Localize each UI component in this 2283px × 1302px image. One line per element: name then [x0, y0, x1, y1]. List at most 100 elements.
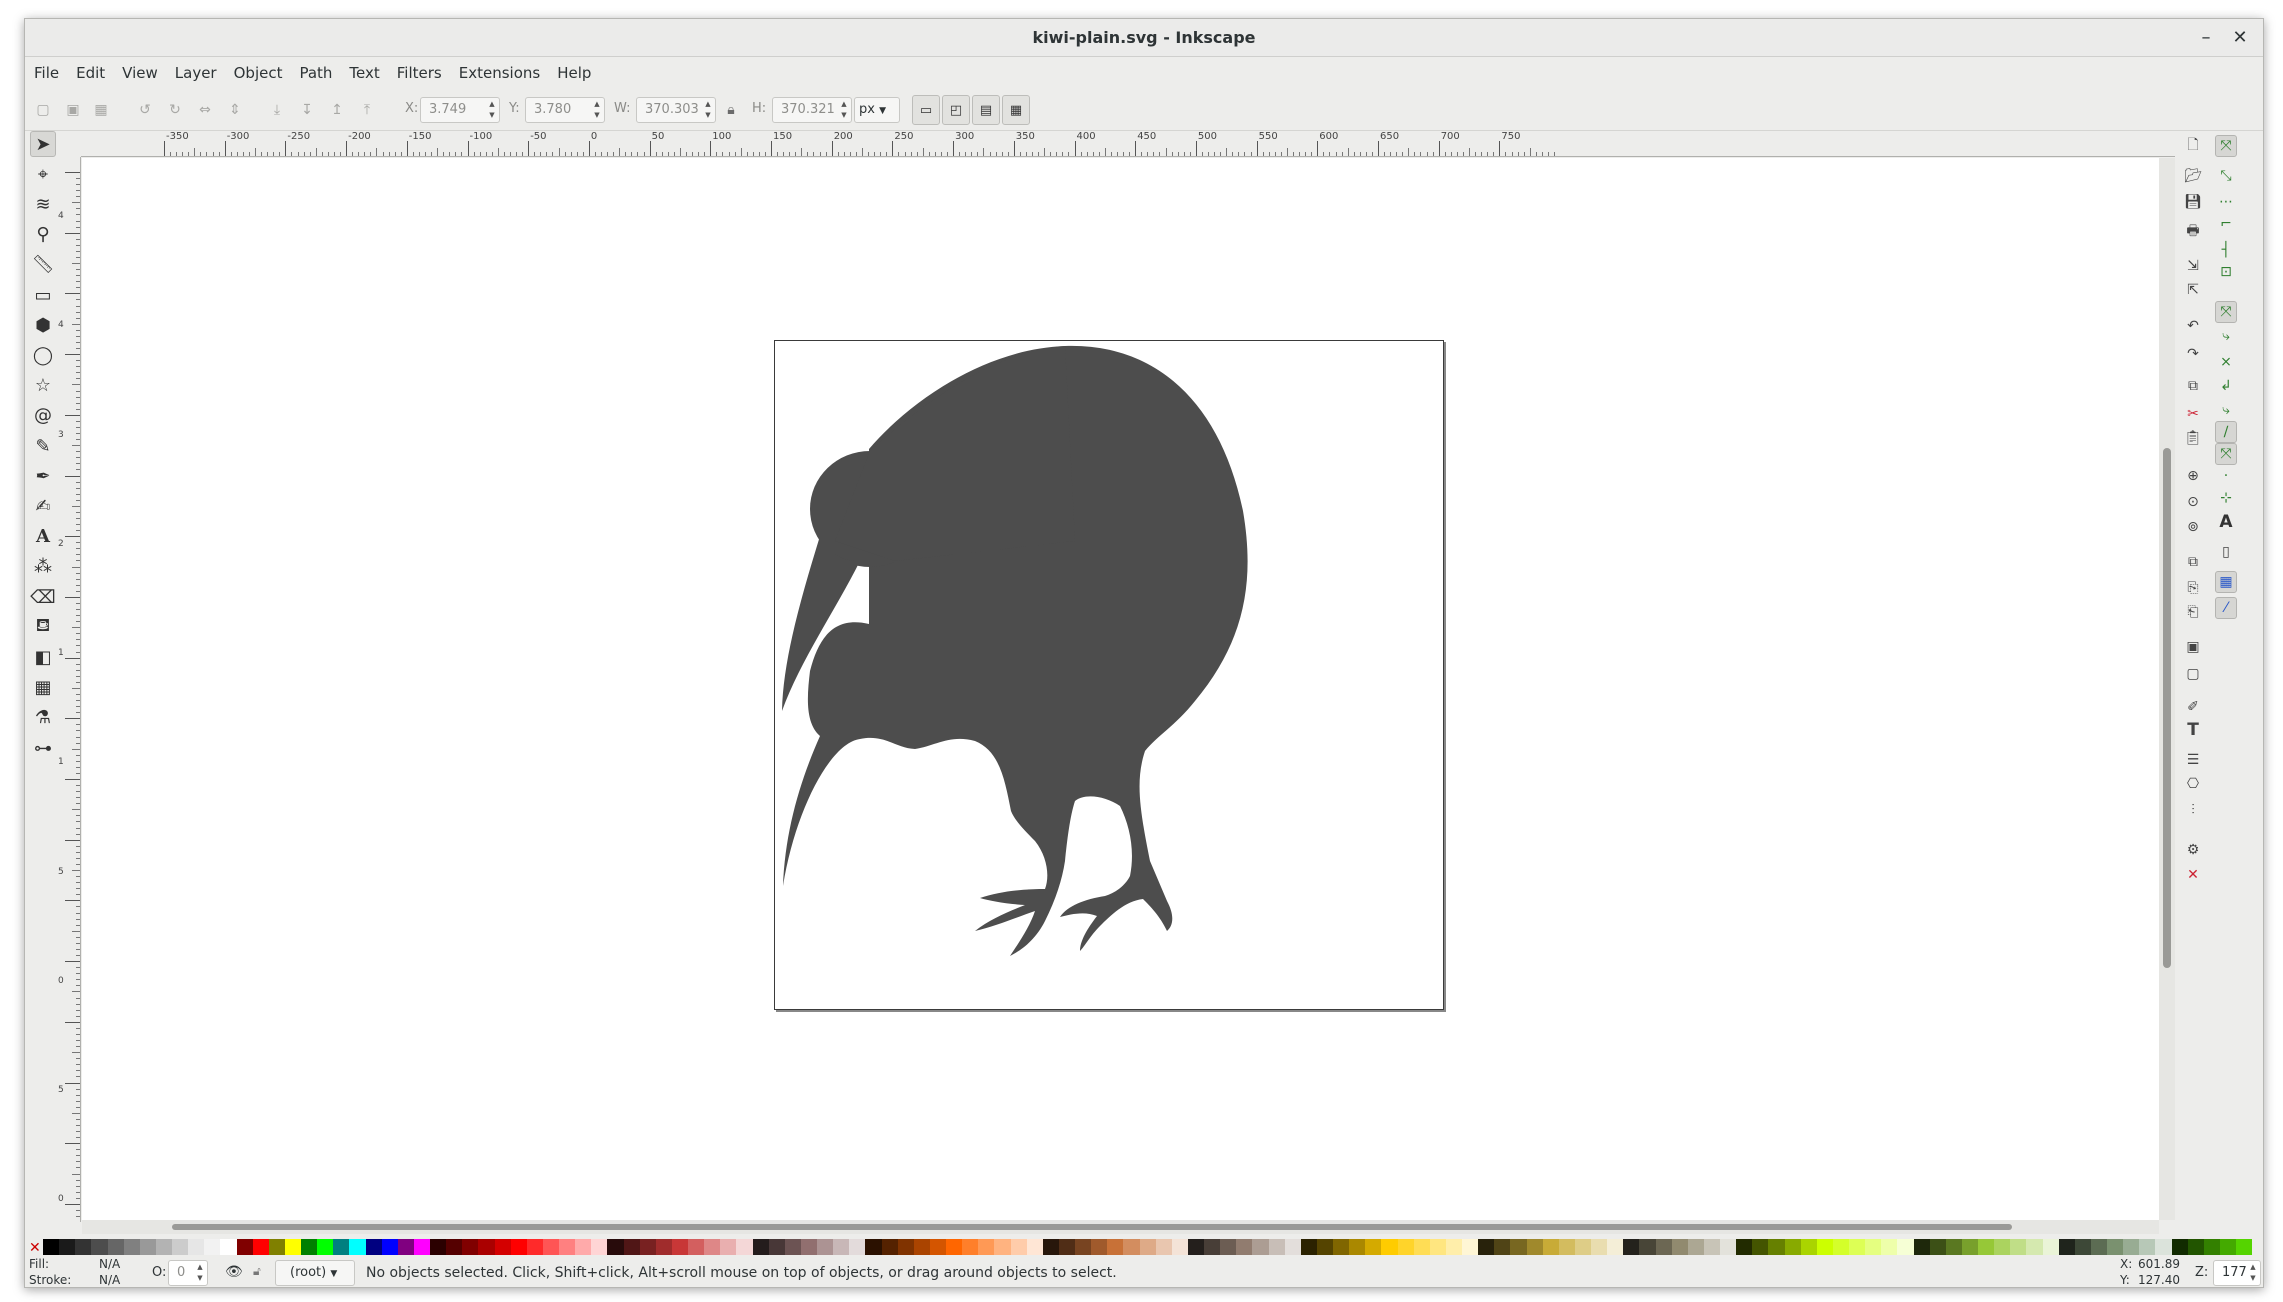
- y-spin-arrows[interactable]: ▲ ▼: [592, 99, 602, 121]
- color-swatch[interactable]: [59, 1239, 76, 1255]
- rotate-ccw-icon[interactable]: ↺: [135, 100, 155, 120]
- cut-icon[interactable]: ✂: [2182, 403, 2204, 425]
- color-swatch[interactable]: [752, 1239, 769, 1255]
- color-swatch[interactable]: [704, 1239, 721, 1255]
- color-swatch[interactable]: [188, 1239, 205, 1255]
- no-paint-swatch[interactable]: ✕: [29, 1241, 41, 1255]
- xml-editor-icon[interactable]: ⎔: [2182, 773, 2204, 795]
- color-swatch[interactable]: [381, 1239, 398, 1255]
- unit-select[interactable]: px ▼: [854, 97, 900, 123]
- color-swatch[interactable]: [1091, 1239, 1108, 1255]
- color-swatch[interactable]: [736, 1239, 753, 1255]
- w-spin-arrows[interactable]: ▲ ▼: [703, 99, 713, 121]
- snap-bbox-center-icon[interactable]: ⊡: [2215, 261, 2237, 283]
- color-swatch[interactable]: [2026, 1239, 2043, 1255]
- color-swatch[interactable]: [430, 1239, 447, 1255]
- color-swatch[interactable]: [1994, 1239, 2011, 1255]
- color-swatch[interactable]: [2155, 1239, 2172, 1255]
- minimize-button[interactable]: –: [2189, 19, 2223, 57]
- color-swatch[interactable]: [2058, 1239, 2075, 1255]
- color-swatch[interactable]: [413, 1239, 430, 1255]
- snap-text-baseline-icon[interactable]: A: [2215, 511, 2237, 533]
- gradient-tool-icon[interactable]: ◧: [30, 644, 56, 670]
- lower-to-bottom-icon[interactable]: ⤓: [267, 100, 287, 120]
- color-swatch[interactable]: [946, 1239, 963, 1255]
- mesh-tool-icon[interactable]: ▦: [30, 675, 56, 701]
- color-swatch[interactable]: [817, 1239, 834, 1255]
- color-swatch[interactable]: [1768, 1239, 1785, 1255]
- color-swatch[interactable]: [591, 1239, 608, 1255]
- color-swatch[interactable]: [1252, 1239, 1269, 1255]
- node-tool-icon[interactable]: ⌖: [30, 161, 56, 187]
- layers-icon[interactable]: ☰: [2182, 749, 2204, 771]
- color-swatch[interactable]: [913, 1239, 930, 1255]
- color-swatch[interactable]: [1655, 1239, 1672, 1255]
- horizontal-scroll-thumb[interactable]: [172, 1224, 2012, 1230]
- color-swatch[interactable]: [1897, 1239, 1914, 1255]
- color-swatch[interactable]: [1945, 1239, 1962, 1255]
- drawing-canvas[interactable]: [82, 158, 2159, 1220]
- flip-vertical-icon[interactable]: ⇕: [225, 100, 245, 120]
- star-tool-icon[interactable]: ☆: [30, 373, 56, 399]
- color-swatch[interactable]: [1510, 1239, 1527, 1255]
- snap-rotation-center-icon[interactable]: ⊹: [2215, 487, 2237, 509]
- kiwi-neck-shape[interactable]: [835, 346, 1075, 561]
- color-swatch[interactable]: [1204, 1239, 1221, 1255]
- undo-icon[interactable]: ↶: [2182, 315, 2204, 337]
- move-gradients-toggle[interactable]: ▤: [972, 95, 1000, 125]
- pen-tool-icon[interactable]: ✒: [30, 463, 56, 489]
- color-swatch[interactable]: [671, 1239, 688, 1255]
- color-swatch[interactable]: [2187, 1239, 2204, 1255]
- zoom-tool-icon[interactable]: ⚲: [30, 222, 56, 248]
- snap-midpoint-icon[interactable]: ∕: [2215, 421, 2237, 443]
- menu-layer[interactable]: Layer: [167, 57, 226, 89]
- color-swatch[interactable]: [1865, 1239, 1882, 1255]
- color-swatch[interactable]: [123, 1239, 140, 1255]
- snap-smooth-icon[interactable]: ⤷: [2215, 399, 2237, 421]
- color-swatch[interactable]: [1720, 1239, 1737, 1255]
- dropper-tool-icon[interactable]: ⚗: [30, 705, 56, 731]
- import-icon[interactable]: ⇲: [2182, 255, 2204, 277]
- layer-visibility-icon[interactable]: 👁︎: [225, 1264, 243, 1280]
- snap-bbox-icon[interactable]: ⤡: [2215, 165, 2237, 187]
- color-swatch[interactable]: [1397, 1239, 1414, 1255]
- vertical-scrollbar[interactable]: [2159, 158, 2175, 1220]
- color-swatch[interactable]: [978, 1239, 995, 1255]
- ungroup-icon[interactable]: ▢: [2182, 663, 2204, 685]
- color-swatch[interactable]: [1752, 1239, 1769, 1255]
- spray-tool-icon[interactable]: ⁂: [30, 554, 56, 580]
- color-swatch[interactable]: [1220, 1239, 1237, 1255]
- color-swatch[interactable]: [365, 1239, 382, 1255]
- clone-icon[interactable]: ⎘: [2182, 577, 2204, 599]
- menu-extensions[interactable]: Extensions: [451, 57, 549, 89]
- color-swatch[interactable]: [43, 1239, 60, 1255]
- color-swatch[interactable]: [1478, 1239, 1495, 1255]
- paste-icon[interactable]: 📋︎: [2182, 427, 2204, 449]
- color-swatch[interactable]: [1429, 1239, 1446, 1255]
- 3dbox-tool-icon[interactable]: ⬢: [30, 312, 56, 338]
- new-document-icon[interactable]: 🗋︎: [2182, 135, 2204, 157]
- zoom-selection-icon[interactable]: ⊕: [2182, 465, 2204, 487]
- raise-icon[interactable]: ↥: [327, 100, 347, 120]
- menu-path[interactable]: Path: [291, 57, 341, 89]
- color-swatch[interactable]: [1107, 1239, 1124, 1255]
- color-swatch[interactable]: [607, 1239, 624, 1255]
- color-swatch[interactable]: [2042, 1239, 2059, 1255]
- color-swatch[interactable]: [1687, 1239, 1704, 1255]
- fill-stroke-icon[interactable]: ✐: [2182, 696, 2204, 718]
- export-icon[interactable]: ⇱: [2182, 279, 2204, 301]
- color-swatch[interactable]: [1494, 1239, 1511, 1255]
- color-swatch[interactable]: [155, 1239, 172, 1255]
- color-swatch[interactable]: [849, 1239, 866, 1255]
- color-swatch[interactable]: [1187, 1239, 1204, 1255]
- align-distribute-icon[interactable]: ⫶: [2182, 799, 2204, 821]
- spiral-tool-icon[interactable]: @: [30, 403, 56, 429]
- color-swatch[interactable]: [1526, 1239, 1543, 1255]
- color-swatch[interactable]: [1623, 1239, 1640, 1255]
- flip-horizontal-icon[interactable]: ⇔: [195, 100, 215, 120]
- x-spinbox[interactable]: 3.749 ▲ ▼: [420, 97, 500, 123]
- select-all-icon[interactable]: ▢: [33, 100, 53, 120]
- duplicate-icon[interactable]: ⧉: [2182, 551, 2204, 573]
- color-swatch[interactable]: [268, 1239, 285, 1255]
- color-swatch[interactable]: [2203, 1239, 2220, 1255]
